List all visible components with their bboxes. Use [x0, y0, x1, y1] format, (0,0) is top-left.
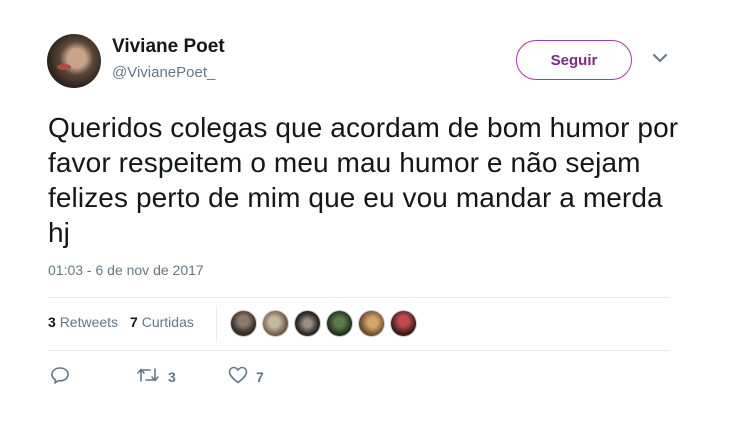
liker-avatar[interactable] [294, 310, 321, 337]
tweet-stats: 3 Retweets 7 Curtidas [48, 314, 194, 330]
reply-icon [50, 366, 70, 387]
like-count: 7 [256, 368, 264, 385]
heart-icon [228, 366, 248, 387]
retweet-button[interactable]: 3 [136, 367, 228, 386]
retweet-count: 3 [168, 368, 176, 385]
retweets-stat[interactable]: 3 Retweets [48, 314, 118, 330]
likes-stat[interactable]: 7 Curtidas [130, 314, 194, 330]
tweet-actions: 3 7 [50, 366, 264, 387]
author-avatar[interactable] [47, 34, 101, 88]
author-handle[interactable]: @VivianePoet_ [112, 64, 215, 81]
like-button[interactable]: 7 [228, 366, 264, 387]
tweet-text: Queridos colegas que acordam de bom humo… [48, 112, 679, 248]
tweet-timestamp[interactable]: 01:03 - 6 de nov de 2017 [48, 262, 204, 278]
stats-separator [216, 306, 217, 342]
liker-avatar[interactable] [262, 310, 289, 337]
retweets-count: 3 [48, 314, 56, 330]
author-name[interactable]: Viviane Poet [112, 36, 225, 58]
liker-avatar[interactable] [358, 310, 385, 337]
liker-avatar[interactable] [326, 310, 353, 337]
liker-avatars [230, 310, 417, 337]
liker-avatar[interactable] [230, 310, 257, 337]
follow-button[interactable]: Seguir [516, 40, 632, 80]
reply-button[interactable] [50, 366, 136, 387]
chevron-down-icon[interactable] [652, 50, 668, 66]
likes-count: 7 [130, 314, 138, 330]
retweets-label: Retweets [59, 314, 119, 330]
divider [48, 297, 670, 298]
retweet-icon [136, 367, 160, 386]
divider [48, 350, 670, 351]
likes-label: Curtidas [141, 314, 194, 330]
liker-avatar[interactable] [390, 310, 417, 337]
